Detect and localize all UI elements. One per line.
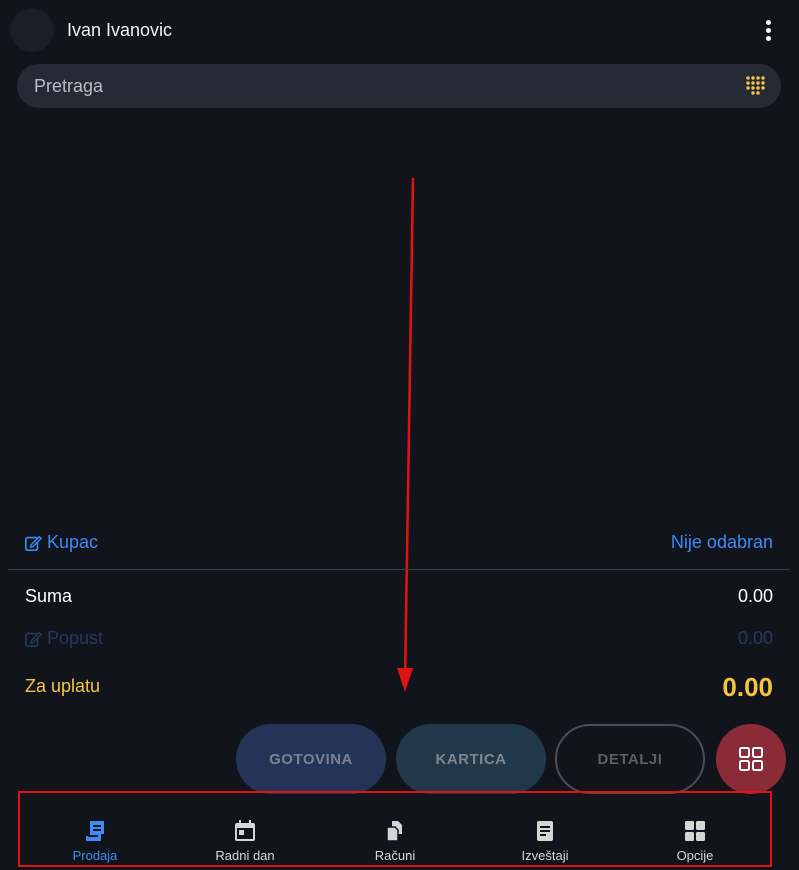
edit-icon <box>24 535 42 551</box>
nav-label: Radni dan <box>215 848 275 863</box>
divider <box>8 569 790 570</box>
discount-edit-button[interactable]: Popust <box>24 628 103 649</box>
customer-edit-button[interactable]: Kupac <box>24 532 98 553</box>
edit-icon <box>24 631 42 647</box>
nav-label: Prodaja <box>72 848 118 863</box>
user-name: Ivan Ivanovic <box>67 20 173 40</box>
details-button[interactable]: DETALJI <box>555 724 705 794</box>
nav-item-radni-dan[interactable]: Radni dan <box>170 793 320 865</box>
total-label: Za uplatu <box>25 676 101 696</box>
nav-item-opcije[interactable]: Opcije <box>620 793 770 865</box>
grid-button[interactable] <box>716 724 786 794</box>
more-vertical-icon[interactable] <box>756 14 780 46</box>
calendar-icon <box>235 820 255 841</box>
documents-icon <box>386 821 402 842</box>
search-bar[interactable] <box>17 64 781 108</box>
search-input[interactable] <box>34 64 714 108</box>
nav-label: Opcije <box>676 848 714 863</box>
annotation-arrow <box>397 177 415 692</box>
customer-label: Kupac <box>47 532 99 552</box>
sum-value: 0.00 <box>737 586 773 606</box>
report-icon <box>537 821 553 841</box>
grid-icon <box>739 747 763 771</box>
discount-label: Popust <box>47 628 104 648</box>
nav-item-izvestaji[interactable]: Izveštaji <box>470 793 620 865</box>
avatar[interactable] <box>10 8 54 52</box>
nav-item-prodaja[interactable]: Prodaja <box>20 793 170 865</box>
bottom-nav: Prodaja Radni dan Računi Izveštaji Opcij… <box>18 791 772 867</box>
dialpad-icon[interactable] <box>745 76 765 96</box>
nav-label: Računi <box>374 848 416 863</box>
sum-label: Suma <box>25 586 73 606</box>
total-value: 0.00 <box>722 672 773 702</box>
nav-label: Izveštaji <box>521 848 569 863</box>
receipt-icon <box>86 821 104 841</box>
discount-value: 0.00 <box>737 628 773 648</box>
card-button[interactable]: KARTICA <box>396 724 546 794</box>
customer-value[interactable]: Nije odabran <box>671 532 773 553</box>
nav-item-racuni[interactable]: Računi <box>320 793 470 865</box>
cash-button[interactable]: GOTOVINA <box>236 724 386 794</box>
apps-icon <box>685 821 705 841</box>
